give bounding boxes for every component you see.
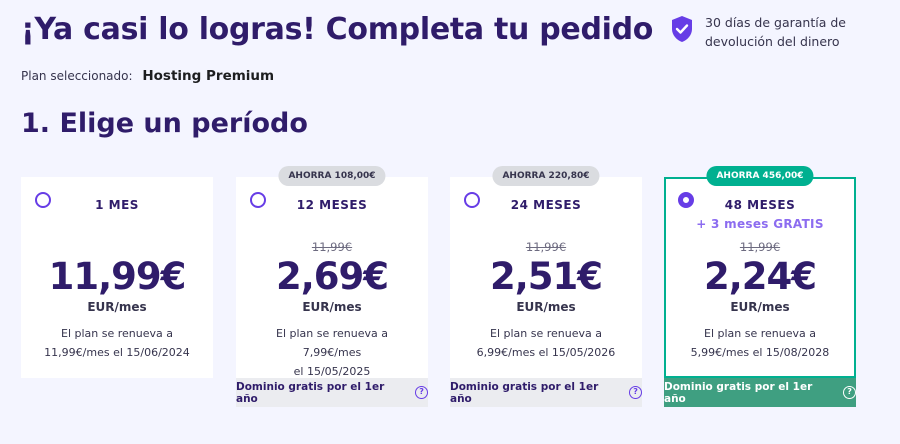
section-title: 1. Elige un período [21,108,308,139]
savings-badge: AHORRA 108,00€ [278,166,386,186]
guarantee-line-2: devolución del dinero [705,34,840,49]
price: 2,51€ [489,255,603,298]
period-label: 12 MESES [296,198,368,212]
price-unit: EUR/mes [302,300,362,314]
question-circle-icon[interactable]: ? [415,386,428,399]
free-domain-banner: Dominio gratis por el 1er año ? [664,378,856,407]
free-domain-label: Dominio gratis por el 1er año [664,380,813,405]
renewal-line-1: El plan se renueva a [61,327,173,340]
renewal-line-1: El plan se renueva a [704,327,816,340]
period-card-48-months[interactable]: AHORRA 456,00€ 48 MESES + 3 meses GRATIS… [664,166,856,378]
price-unit: EUR/mes [87,300,147,314]
price-unit: EUR/mes [516,300,576,314]
free-domain-label: Dominio gratis por el 1er año [236,380,385,405]
period-card-24-months[interactable]: AHORRA 220,80€ 24 MESES 11,99€ 2,51€ EUR… [450,166,642,378]
selected-plan: Plan seleccionado: Hosting Premium [21,68,274,84]
original-price: 11,99€ [525,240,567,254]
free-domain-banner: Dominio gratis por el 1er año ? [236,378,428,407]
bonus-months: + 3 meses GRATIS [696,217,824,231]
page-title: ¡Ya casi lo logras! Completa tu pedido [21,12,654,47]
renewal-info: El plan se renueva a 6,99€/mes el 15/05/… [468,324,624,362]
renewal-info: El plan se renueva a 11,99€/mes el 15/06… [39,324,195,362]
period-card-12-months[interactable]: AHORRA 108,00€ 12 MESES 11,99€ 2,69€ EUR… [236,166,428,381]
period-label: 48 MESES [724,198,796,212]
guarantee-text: 30 días de garantía de devolución del di… [705,13,875,51]
renewal-line-2: 11,99€/mes el 15/06/2024 [44,346,190,359]
renewal-line-2: 5,99€/mes el 15/08/2028 [690,346,830,359]
question-circle-icon[interactable]: ? [629,386,642,399]
selected-plan-label: Plan seleccionado: [21,69,133,83]
free-domain-banner: Dominio gratis por el 1er año ? [450,378,642,407]
period-card-1-month[interactable]: 1 MES 11,99€ EUR/mes El plan se renueva … [21,177,213,378]
original-price: 11,99€ [311,240,353,254]
price: 2,69€ [275,255,389,298]
selected-plan-name: Hosting Premium [142,68,275,84]
price: 11,99€ [48,255,187,298]
free-domain-label: Dominio gratis por el 1er año [450,380,599,405]
savings-badge: AHORRA 456,00€ [706,166,814,186]
period-label: 1 MES [95,198,139,212]
renewal-line-2: 6,99€/mes el 15/05/2026 [476,346,616,359]
renewal-line-1: El plan se renueva a [490,327,602,340]
money-back-guarantee: 30 días de garantía de devolución del di… [671,13,875,51]
renewal-line-1: El plan se renueva a 7,99€/mes [276,327,388,359]
original-price: 11,99€ [739,240,781,254]
question-circle-icon[interactable]: ? [843,386,856,399]
guarantee-line-1: 30 días de garantía de [705,15,846,30]
shield-check-icon [672,16,692,42]
savings-badge: AHORRA 220,80€ [492,166,600,186]
price: 2,24€ [703,255,817,298]
period-label: 24 MESES [510,198,582,212]
renewal-info: El plan se renueva a 5,99€/mes el 15/08/… [684,324,836,362]
renewal-info: El plan se renueva a 7,99€/mes el 15/05/… [254,324,410,381]
price-unit: EUR/mes [730,300,790,314]
